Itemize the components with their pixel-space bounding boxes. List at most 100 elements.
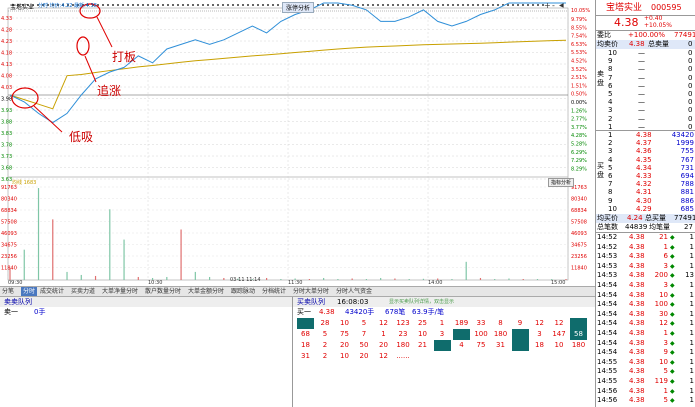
queue-order-cell: 18 bbox=[301, 341, 310, 349]
avg-lot-label: 均笔量 bbox=[649, 223, 670, 231]
daban-arrow bbox=[96, 16, 113, 48]
queue-order-cell: 25 bbox=[418, 319, 427, 327]
tick-price: 4.38 bbox=[629, 377, 645, 385]
price-tick-label: 4.03 bbox=[1, 85, 12, 91]
sell-level-num: 4 bbox=[608, 98, 613, 107]
pct-tick-label: 0.50% bbox=[571, 92, 587, 98]
tick-row: 14:56 4.38 5 ◆ 1 bbox=[596, 396, 695, 405]
pct-tick-label: 1.26% bbox=[571, 108, 587, 114]
queue-order-cell: 8 bbox=[498, 319, 503, 327]
queue-order-cell: 5 bbox=[361, 319, 367, 327]
price-tick-label: 3.63 bbox=[1, 177, 12, 183]
buy-queue-note: 显示买卖队列详情，双击显示 bbox=[389, 299, 455, 305]
avg-buy-value: 4.24 bbox=[627, 214, 643, 222]
queue-order-cell: 3 bbox=[537, 330, 542, 338]
price-tick-label: 4.08 bbox=[1, 74, 12, 80]
buy-level-price: 4.37 bbox=[636, 139, 652, 148]
price-tick-label: 4.18 bbox=[1, 51, 12, 57]
price-tick-label: 3.83 bbox=[1, 131, 12, 137]
queue-order-cell: 100 bbox=[474, 330, 488, 338]
volume-tick-label-right: 57508 bbox=[571, 220, 587, 226]
tab-8[interactable]: 分档统计 bbox=[262, 287, 286, 296]
intraday-chart-panel: 4.33 4.28 4.23 4.18 4.13 4.08 4.03 3.98 3.93 3.88… bbox=[0, 0, 595, 285]
tick-time: 14:54 bbox=[597, 319, 618, 328]
tick-count: 1 bbox=[689, 242, 694, 251]
buy-level-vol: 886 bbox=[680, 196, 694, 205]
tick-time: 14:56 bbox=[597, 386, 618, 395]
buy-level-num: 4 bbox=[608, 155, 613, 164]
price-tick-label: 4.23 bbox=[1, 39, 12, 45]
quote-header: 宝塔实业 000595 bbox=[596, 2, 695, 14]
tab-0[interactable]: 分笔 bbox=[2, 287, 14, 296]
buy-level-num: 7 bbox=[608, 180, 613, 189]
tab-1[interactable]: 分时 bbox=[21, 287, 38, 296]
avg-buy-label: 均买价 bbox=[597, 214, 618, 222]
tick-row: 14:56 4.38 1 ◆ 1 bbox=[596, 387, 695, 396]
price-tick-label: 3.98 bbox=[1, 97, 12, 103]
sell-queue-value: 0手 bbox=[34, 308, 46, 316]
queue-order-cell: 31 bbox=[301, 352, 310, 360]
zoom-in-icon[interactable]: + bbox=[544, 1, 551, 10]
tab-7[interactable]: 跟踪脉动 bbox=[231, 287, 255, 296]
tab-10[interactable]: 分时人气资金 bbox=[336, 287, 372, 296]
queue-order-cell: 20 bbox=[379, 341, 388, 349]
queue-order-cell: ...... bbox=[396, 352, 410, 360]
tab-6[interactable]: 大单金额分时 bbox=[188, 287, 224, 296]
time-axis-label: 10:30 bbox=[148, 280, 162, 285]
tick-count: 1 bbox=[689, 367, 694, 376]
tick-direction-icon: ◆ bbox=[670, 349, 675, 357]
sell-level-vol: 0 bbox=[688, 73, 693, 82]
buy-level-price: 4.36 bbox=[636, 147, 652, 156]
tick-time: 14:55 bbox=[597, 367, 618, 376]
tick-price: 4.38 bbox=[629, 348, 645, 357]
avg-sell-value: 4.38 bbox=[629, 40, 645, 48]
buy-level-vol: 881 bbox=[680, 188, 694, 197]
tick-time: 14:53 bbox=[597, 261, 618, 270]
tab-4[interactable]: 大单净量分时 bbox=[102, 287, 138, 296]
sell-level-num: 8 bbox=[608, 65, 613, 74]
sell-level-row: 10 — 0 bbox=[596, 49, 695, 57]
time-axis-label: 14:00 bbox=[428, 280, 442, 285]
buy-level-price: 4.33 bbox=[636, 172, 652, 180]
pct-tick-label: 4.28% bbox=[571, 133, 587, 139]
tick-volume: 3 bbox=[663, 338, 668, 347]
pct-tick-label: 3.52% bbox=[571, 67, 587, 73]
sell-level-num: 3 bbox=[608, 106, 613, 115]
sell-level-price: — bbox=[638, 73, 645, 82]
tick-price: 4.38 bbox=[629, 309, 645, 318]
tab-2[interactable]: 成交统计 bbox=[40, 287, 64, 296]
buy-level-row: 1 4.38 43420 bbox=[596, 131, 695, 139]
tick-direction-icon: ◆ bbox=[670, 339, 675, 347]
tick-time: 14:54 bbox=[597, 300, 618, 309]
tick-volume: 119 bbox=[654, 377, 668, 385]
tick-direction-icon: ◆ bbox=[670, 291, 675, 299]
index-analysis-button[interactable]: 指标分析 bbox=[548, 178, 575, 187]
queue-order-cell: 20 bbox=[359, 352, 369, 360]
total-sell-label: 总卖量 bbox=[648, 40, 669, 48]
queue-order-cell: 58 bbox=[570, 329, 587, 340]
tab-3[interactable]: 买卖力道 bbox=[71, 287, 95, 296]
limit-analysis-button[interactable]: 涨停分析 bbox=[282, 2, 315, 13]
sell-level-price: — bbox=[638, 106, 645, 115]
arrow-left-icon[interactable]: ◀ bbox=[559, 2, 564, 9]
sell-level-row: 7 — 0 bbox=[596, 74, 695, 82]
tick-row: 14:52 4.38 21 ◆ 1 bbox=[596, 233, 695, 242]
sell-level-price: — bbox=[638, 57, 645, 66]
queue-order-cell: 75 bbox=[340, 330, 349, 338]
tab-9[interactable]: 分时大单分时 bbox=[293, 287, 329, 296]
buy-level-row: 7 4.32 788 bbox=[596, 180, 695, 188]
sell-level-price: — bbox=[638, 114, 645, 123]
queue-order-cell: 12 bbox=[379, 352, 388, 360]
tab-5[interactable]: 散户数量分时 bbox=[145, 287, 181, 296]
queue-order-cell: 123 bbox=[396, 319, 410, 327]
queue-order-cell: 1 bbox=[381, 330, 386, 338]
queue-order-cell: 12 bbox=[535, 319, 544, 327]
tick-row: 14:54 4.38 9 ◆ 1 bbox=[596, 348, 695, 357]
queue-order-cell: 33 bbox=[476, 319, 486, 327]
zoom-out-icon[interactable]: - bbox=[552, 1, 555, 10]
volume-tick-label: 11840 bbox=[1, 266, 17, 272]
buy-level-num: 5 bbox=[608, 163, 613, 172]
tick-price: 4.38 bbox=[629, 290, 645, 299]
tick-direction-icon: ◆ bbox=[670, 320, 675, 328]
queue-order-cell: 75 bbox=[476, 341, 486, 349]
